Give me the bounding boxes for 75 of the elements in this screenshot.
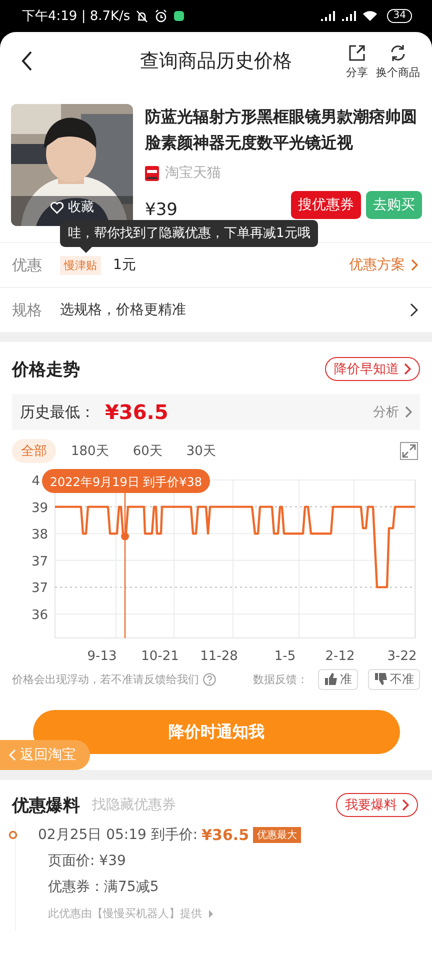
coupon-button[interactable]: 搜优惠券 [291, 191, 361, 219]
lowest-label: 历史最低： [20, 402, 95, 422]
y-axis-label: 4 [32, 474, 40, 489]
share-button[interactable]: 分享 [346, 42, 368, 80]
shop-logo-icon [145, 166, 159, 180]
signal-icon [341, 10, 358, 22]
app-icon [173, 10, 186, 22]
range-tab[interactable]: 30天 [177, 439, 225, 463]
triangle-icon [208, 908, 214, 918]
product-price: ¥39 [145, 200, 178, 220]
thumbs-up-icon [324, 672, 338, 686]
x-axis-label: 1-5 [274, 649, 296, 664]
expand-icon[interactable] [400, 442, 418, 460]
deal-time: 02月25日 05:19 到手价: [38, 826, 198, 844]
chart-tooltip: 2022年9月19日 到手价¥38 [42, 469, 210, 493]
x-axis-label: 2-12 [325, 649, 355, 664]
x-axis-label: 9-13 [87, 649, 117, 664]
range-tab[interactable]: 60天 [124, 439, 172, 463]
chevron-icon[interactable] [410, 303, 418, 317]
chevron-icon [403, 363, 411, 375]
subsidy-tag: 慢津贴 [60, 256, 101, 274]
coupon-info: 优惠券：满75减5 [47, 878, 160, 897]
page-title: 查询商品历史价格 [139, 49, 293, 74]
thumbs-down-icon [374, 672, 388, 686]
section-subtitle: 找隐藏优惠券 [92, 796, 176, 814]
status-time: 下午4:19 | 8.7K/s [22, 8, 130, 25]
x-axis-label: 3-22 [387, 649, 416, 664]
analysis-link[interactable]: 分析 [373, 403, 412, 421]
tooltip-pointer-icon [80, 247, 92, 253]
y-axis-label: 38 [31, 528, 48, 543]
back-icon[interactable] [20, 50, 34, 72]
alarm-icon [154, 9, 168, 23]
y-axis-label: 36 [31, 608, 48, 623]
disclaimer-text: 价格会出现浮动，若不准请反馈给我们 [12, 672, 199, 686]
lowest-price: ¥36.5 [105, 400, 168, 424]
x-axis-label: 10-21 [141, 649, 179, 664]
product-title: 防蓝光辐射方形黑框眼镜男款潮痞帅圆脸素颜神器无度数平光镜近视 [145, 106, 418, 154]
hint-tooltip: 哇，帮你找到了隐藏优惠，下单再减1元哦 [60, 220, 318, 247]
bell-muted-icon [135, 9, 150, 23]
signal-icon [320, 10, 336, 22]
deal-price: ¥36.5 [202, 826, 250, 844]
battery-indicator: 34 [387, 9, 412, 23]
switch-product-button[interactable]: 换个商品 [376, 42, 420, 80]
row-label: 优惠 [12, 256, 43, 274]
spec-selector[interactable]: 选规格，价格更精准 [60, 301, 186, 319]
data-point [121, 532, 129, 540]
y-axis-label: 37 [31, 554, 48, 570]
chevron-icon [401, 799, 409, 811]
timeline-dot-icon [8, 830, 18, 840]
section-title: 价格走势 [12, 358, 80, 380]
refresh-icon [388, 42, 408, 62]
shop-name: 淘宝天猫 [165, 164, 221, 182]
discount-plan-link[interactable]: 优惠方案 [349, 256, 418, 274]
page-price: 页面价: ¥39 [47, 852, 127, 871]
inaccurate-button[interactable]: 不准 [368, 668, 420, 690]
y-axis-label: 37 [31, 581, 48, 596]
y-axis-label: 39 [31, 500, 48, 516]
heart-icon [50, 200, 64, 214]
deal-source: 此优惠由【慢慢买机器人】提供 [48, 906, 202, 921]
best-deal-badge: 优惠最大 [253, 827, 302, 843]
section-title: 优惠爆料 [12, 794, 80, 816]
price-alert-button[interactable]: 降价早知道 [325, 357, 420, 381]
help-icon[interactable] [203, 672, 216, 686]
feedback-label: 数据反馈： [253, 672, 308, 686]
row-label: 规格 [12, 300, 43, 320]
range-tab[interactable]: 180天 [62, 439, 118, 463]
wifi-icon [362, 10, 378, 22]
report-deal-button[interactable]: 我要爆料 [336, 793, 418, 817]
x-axis-label: 11-28 [200, 649, 238, 664]
chevron-icon [404, 406, 412, 418]
chevron-icon [410, 259, 418, 271]
discount-value: 1元 [113, 256, 136, 274]
accurate-button[interactable]: 准 [318, 668, 358, 690]
share-icon [347, 42, 367, 62]
chevron-icon [8, 749, 16, 761]
